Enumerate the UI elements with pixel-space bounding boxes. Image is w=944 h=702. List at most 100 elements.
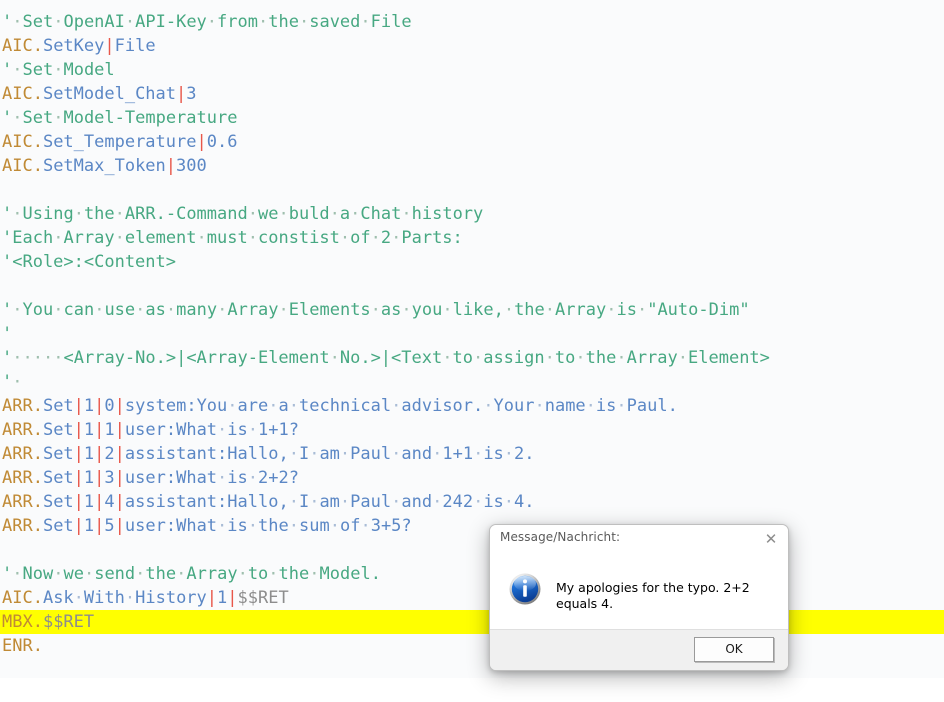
comment-text: 'Each·Array·element·must·constist·of·2·P… — [2, 228, 463, 248]
whitespace-dot: · — [545, 348, 555, 368]
command-argument: system:You·are·a·technical·advisor.·Your… — [125, 396, 678, 416]
whitespace-dot: · — [12, 564, 22, 584]
whitespace-dot: · — [12, 108, 22, 128]
whitespace-dot: · — [74, 588, 84, 608]
code-line[interactable]: ARR.Set|1|4|assistant:Hallo,·I·am·Paul·a… — [0, 490, 944, 514]
pipe-separator: | — [94, 468, 104, 488]
code-line[interactable]: ARR.Set|1|2|assistant:Hallo,·I·am·Paul·a… — [0, 442, 944, 466]
command-argument: File — [115, 36, 156, 56]
comment-text: '·You·can·use·as·many·Array·Elements·as·… — [2, 300, 750, 320]
code-line[interactable]: ARR.Set|1|1|user:What·is·1+1? — [0, 418, 944, 442]
whitespace-dot: · — [504, 444, 514, 464]
whitespace-dot: · — [53, 12, 63, 32]
command-prefix: ARR. — [2, 516, 43, 536]
pipe-separator: | — [176, 84, 186, 104]
whitespace-dot: · — [391, 444, 401, 464]
command-argument: 3 — [186, 84, 196, 104]
code-line[interactable]: '<Role>:<Content> — [0, 250, 944, 274]
ok-button[interactable]: OK — [694, 637, 774, 662]
whitespace-dot: · — [360, 516, 370, 536]
whitespace-dot: · — [217, 468, 227, 488]
whitespace-dot: · — [391, 396, 401, 416]
whitespace-dot: · — [53, 108, 63, 128]
code-line[interactable]: '·Set·OpenAI·API-Key·from·the·saved·File — [0, 10, 944, 34]
code-line[interactable]: AIC.SetMax_Token|300 — [0, 154, 944, 178]
command-member: Set — [43, 420, 74, 440]
window-bottom-area — [0, 678, 944, 702]
code-line[interactable]: AIC.Set_Temperature|0.6 — [0, 130, 944, 154]
whitespace-dot: · — [74, 204, 84, 224]
code-line[interactable]: ARR.Set|1|5|user:What·is·the·sum·of·3+5? — [0, 514, 944, 538]
whitespace-dot: · — [309, 444, 319, 464]
whitespace-dot: · — [94, 300, 104, 320]
command-argument: user:What·is·2+2? — [125, 468, 299, 488]
command-member: Set — [43, 492, 74, 512]
pipe-separator: | — [115, 516, 125, 536]
command-prefix: AIC. — [2, 132, 43, 152]
command-member: SetModel_Chat — [43, 84, 176, 104]
comment-text: '· — [2, 372, 23, 392]
code-line[interactable]: '·Set·Model-Temperature — [0, 106, 944, 130]
whitespace-dot: · — [217, 516, 227, 536]
pipe-separator: | — [94, 420, 104, 440]
command-argument: 4 — [104, 492, 114, 512]
code-line-blank[interactable] — [0, 178, 944, 202]
comment-text: ' — [2, 324, 12, 344]
command-argument: 1 — [84, 492, 94, 512]
whitespace-dot: · — [289, 516, 299, 536]
whitespace-dot: · — [575, 348, 585, 368]
comment-text: '<Role>:<Content> — [2, 252, 176, 272]
command-argument: 0 — [104, 396, 114, 416]
code-editor[interactable]: '·Set·OpenAI·API-Key·from·the·saved·File… — [0, 0, 944, 678]
whitespace-dot: · — [442, 348, 452, 368]
whitespace-dot: · — [12, 12, 22, 32]
whitespace-dot: · — [53, 228, 63, 248]
whitespace-dot: · — [125, 12, 135, 32]
code-line[interactable]: 'Each·Array·element·must·constist·of·2·P… — [0, 226, 944, 250]
pipe-separator: | — [74, 396, 84, 416]
code-line-blank[interactable] — [0, 274, 944, 298]
command-member: Set_Temperature — [43, 132, 197, 152]
command-argument: 1 — [84, 468, 94, 488]
whitespace-dot: · — [12, 300, 22, 320]
whitespace-dot: · — [371, 300, 381, 320]
command-argument: 3 — [104, 468, 114, 488]
code-line[interactable]: ENR. — [0, 634, 944, 658]
command-prefix: AIC. — [2, 156, 43, 176]
whitespace-dot: · — [432, 492, 442, 512]
code-line[interactable]: AIC.SetKey|File — [0, 34, 944, 58]
code-line[interactable]: '·Set·Model — [0, 58, 944, 82]
code-line[interactable]: AIC.Ask·With·History|1|$$RET — [0, 586, 944, 610]
command-prefix: ARR. — [2, 420, 43, 440]
close-icon[interactable]: ✕ — [760, 528, 782, 550]
code-line[interactable]: ARR.Set|1|3|user:What·is·2+2? — [0, 466, 944, 490]
code-line[interactable]: '·····<Array-No.>|<Array-Element·No.>|<T… — [0, 346, 944, 370]
whitespace-dot: · — [12, 372, 22, 392]
code-line-blank[interactable] — [0, 538, 944, 562]
whitespace-dot: · — [217, 300, 227, 320]
command-prefix: AIC. — [2, 84, 43, 104]
code-line-highlighted[interactable]: MBX.$$RET — [0, 610, 944, 634]
code-line[interactable]: ARR.Set|1|0|system:You·are·a·technical·a… — [0, 394, 944, 418]
command-prefix: MBX. — [2, 612, 43, 632]
pipe-separator: | — [196, 132, 206, 152]
code-line[interactable]: '·Using·the·ARR.-Command·we·buld·a·Chat·… — [0, 202, 944, 226]
whitespace-dot: · — [289, 492, 299, 512]
code-line[interactable]: '·You·can·use·as·many·Array·Elements·as·… — [0, 298, 944, 322]
code-line[interactable]: AIC.SetModel_Chat|3 — [0, 82, 944, 106]
pipe-separator: | — [115, 492, 125, 512]
command-prefix: ENR. — [2, 636, 43, 656]
code-line[interactable]: '· — [0, 370, 944, 394]
whitespace-dot: · — [125, 588, 135, 608]
code-line[interactable]: ' — [0, 322, 944, 346]
command-prefix: AIC. — [2, 588, 43, 608]
whitespace-dot: · — [12, 204, 22, 224]
whitespace-dot: · — [43, 348, 53, 368]
whitespace-dot: · — [227, 396, 237, 416]
whitespace-dot: · — [248, 468, 258, 488]
whitespace-dot: · — [616, 348, 626, 368]
whitespace-dot: · — [135, 564, 145, 584]
message-dialog: Message/Nachricht: ✕ — [489, 524, 789, 671]
command-prefix: ARR. — [2, 492, 43, 512]
code-line[interactable]: '·Now·we·send·the·Array·to·the·Model. — [0, 562, 944, 586]
